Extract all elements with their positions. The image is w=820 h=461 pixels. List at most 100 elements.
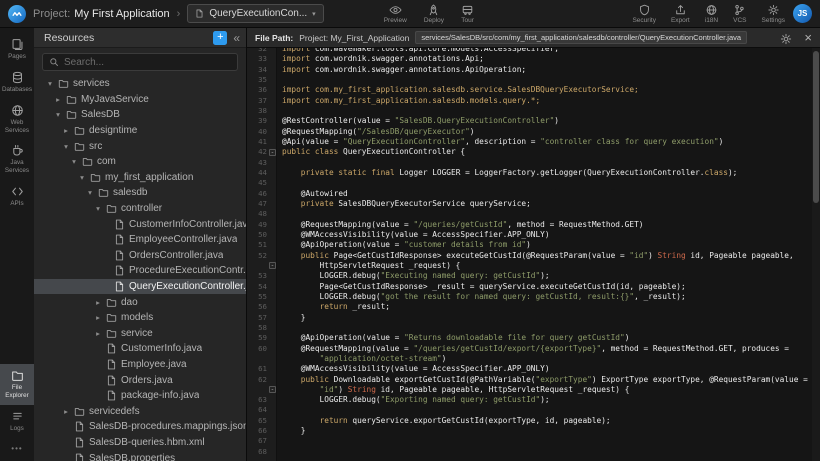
code-line[interactable]: 58 <box>247 323 812 333</box>
add-resource-button[interactable]: + <box>213 31 227 45</box>
line-number[interactable]: 66 <box>247 426 277 436</box>
code-line[interactable]: 47 private SalesDBQueryExecutorService q… <box>247 199 812 209</box>
tree-item-servicedefs[interactable]: ▸servicedefs <box>34 403 246 419</box>
user-avatar[interactable]: JS <box>793 4 812 23</box>
line-number[interactable]: 47 <box>247 199 277 209</box>
code-line[interactable]: 50 @WMAccessVisibility(value = AccessSpe… <box>247 230 812 240</box>
code-line[interactable]: 41@Api(value = "QueryExecutionController… <box>247 137 812 147</box>
line-number[interactable]: 49 <box>247 220 277 230</box>
export-button[interactable]: Export <box>671 4 690 24</box>
line-number[interactable]: 41 <box>247 137 277 147</box>
code-line[interactable]: - "id") String id, Pageable pageable, Ht… <box>247 385 812 395</box>
tree-item-employeecontroller-java[interactable]: EmployeeController.java <box>34 232 246 248</box>
tree-item-queryexecutioncontroller-j[interactable]: QueryExecutionController.j... <box>34 279 246 295</box>
code-line[interactable]: 57 } <box>247 313 812 323</box>
line-number[interactable] <box>247 354 277 364</box>
tree-item-com[interactable]: ▾com <box>34 154 246 170</box>
line-number[interactable]: 64 <box>247 405 277 415</box>
tree-item-customerinfo-java[interactable]: CustomerInfo.java <box>34 341 246 357</box>
line-number[interactable]: 61 <box>247 364 277 374</box>
code-line[interactable]: 56 return _result; <box>247 302 812 312</box>
preview-button[interactable]: Preview <box>384 4 407 24</box>
code-line[interactable]: 60 @RequestMapping(value = "/queries/get… <box>247 344 812 354</box>
code-line[interactable]: 42-public class QueryExecutionController… <box>247 147 812 157</box>
code-line[interactable]: 51 @ApiOperation(value = "customer detai… <box>247 240 812 250</box>
more-options-button[interactable]: ••• <box>0 438 34 461</box>
code-line[interactable]: 35 <box>247 75 812 85</box>
line-number[interactable]: 43 <box>247 158 277 168</box>
code-line[interactable]: 67 <box>247 436 812 446</box>
tree-item-designtime[interactable]: ▸designtime <box>34 123 246 139</box>
line-number[interactable]: 53 <box>247 271 277 281</box>
line-number[interactable]: 46 <box>247 189 277 199</box>
line-number[interactable]: - <box>247 385 277 395</box>
vcs-button[interactable]: VCS <box>733 4 746 24</box>
tree-item-orderscontroller-java[interactable]: OrdersController.java <box>34 248 246 264</box>
line-number[interactable]: 35 <box>247 75 277 85</box>
tree-item-salesdb-queries-hbm-xml[interactable]: SalesDB-queries.hbm.xml <box>34 435 246 451</box>
tree-item-salesdb-procedures-mappings-json[interactable]: SalesDB-procedures.mappings.json <box>34 419 246 435</box>
line-number[interactable]: 36 <box>247 85 277 95</box>
code-line[interactable]: - HttpServletRequest _request) { <box>247 261 812 271</box>
code-line[interactable]: 40@RequestMapping("/SalesDB/queryExecuto… <box>247 127 812 137</box>
tree-item-customerinfocontroller-java[interactable]: CustomerInfoController.java <box>34 216 246 232</box>
code-line[interactable]: 44 private static final Logger LOGGER = … <box>247 168 812 178</box>
line-number[interactable]: 58 <box>247 323 277 333</box>
tree-item-package-info-java[interactable]: package-info.java <box>34 388 246 404</box>
code-line[interactable]: 54 Page<GetCustIdResponse> _result = que… <box>247 282 812 292</box>
tree-item-salesdb[interactable]: ▾SalesDB <box>34 107 246 123</box>
line-number[interactable]: 42- <box>247 147 277 157</box>
code-line[interactable]: 45 <box>247 178 812 188</box>
line-number[interactable]: 62 <box>247 375 277 385</box>
tree-item-src[interactable]: ▾src <box>34 138 246 154</box>
security-button[interactable]: Security <box>632 4 655 24</box>
line-number[interactable]: 59 <box>247 333 277 343</box>
tree-item-myjavaservice[interactable]: ▸MyJavaService <box>34 92 246 108</box>
line-number[interactable]: 55 <box>247 292 277 302</box>
line-number[interactable]: 38 <box>247 106 277 116</box>
tree-item-procedureexecutioncontr[interactable]: ProcedureExecutionContr... <box>34 263 246 279</box>
code-line[interactable]: 36import com.my_first_application.salesd… <box>247 85 812 95</box>
line-number[interactable]: 48 <box>247 209 277 219</box>
rail-item-file-explorer[interactable]: File Explorer <box>0 364 34 405</box>
line-number[interactable]: 52 <box>247 251 277 261</box>
code-line[interactable]: 59 @ApiOperation(value = "Returns downlo… <box>247 333 812 343</box>
tree-item-salesdb[interactable]: ▾salesdb <box>34 185 246 201</box>
line-number[interactable]: 34 <box>247 65 277 75</box>
rail-item-pages[interactable]: Pages <box>0 33 34 66</box>
rail-item-web-services[interactable]: Web Services <box>0 99 34 140</box>
fold-marker[interactable]: - <box>269 149 276 156</box>
editor-settings-gear-icon[interactable] <box>780 32 792 44</box>
tree-item-employee-java[interactable]: Employee.java <box>34 357 246 373</box>
line-number[interactable]: 50 <box>247 230 277 240</box>
line-number[interactable]: 33 <box>247 54 277 64</box>
code-line[interactable]: 53 LOGGER.debug("Executing named query: … <box>247 271 812 281</box>
code-line[interactable]: 33import com.wordnik.swagger.annotations… <box>247 54 812 64</box>
tree-item-orders-java[interactable]: Orders.java <box>34 372 246 388</box>
code-line[interactable]: 68 <box>247 447 812 457</box>
line-number[interactable]: - <box>247 261 277 271</box>
line-number[interactable]: 51 <box>247 240 277 250</box>
close-file-icon[interactable]: × <box>804 32 812 44</box>
rail-item-logs[interactable]: Logs <box>0 405 34 438</box>
code-line[interactable]: 65 return queryService.exportGetCustId(e… <box>247 416 812 426</box>
line-number[interactable]: 37 <box>247 96 277 106</box>
code-line[interactable]: 62 public Downloadable exportGetCustId(@… <box>247 375 812 385</box>
rail-item-databases[interactable]: Databases <box>0 66 34 99</box>
scrollbar-thumb[interactable] <box>813 51 819 203</box>
code-line[interactable]: "application/octet-stream") <box>247 354 812 364</box>
code-line[interactable]: 37import com.my_first_application.salesd… <box>247 96 812 106</box>
line-number[interactable]: 40 <box>247 127 277 137</box>
line-number[interactable]: 39 <box>247 116 277 126</box>
code-line[interactable]: 66 } <box>247 426 812 436</box>
code-line[interactable]: 61 @WMAccessVisibility(value = AccessSpe… <box>247 364 812 374</box>
code-line[interactable]: 38 <box>247 106 812 116</box>
code-line[interactable]: 64 <box>247 405 812 415</box>
code-line[interactable]: 63 LOGGER.debug("Exporting named query: … <box>247 395 812 405</box>
code-editor[interactable]: 32import com.wavemaker.tools.api.core.mo… <box>247 48 820 461</box>
settings-button[interactable]: Settings <box>762 4 786 24</box>
tour-button[interactable]: Tour <box>461 4 474 24</box>
tree-item-controller[interactable]: ▾controller <box>34 201 246 217</box>
tree-item-my-first-application[interactable]: ▾my_first_application <box>34 170 246 186</box>
tree-item-models[interactable]: ▸models <box>34 310 246 326</box>
